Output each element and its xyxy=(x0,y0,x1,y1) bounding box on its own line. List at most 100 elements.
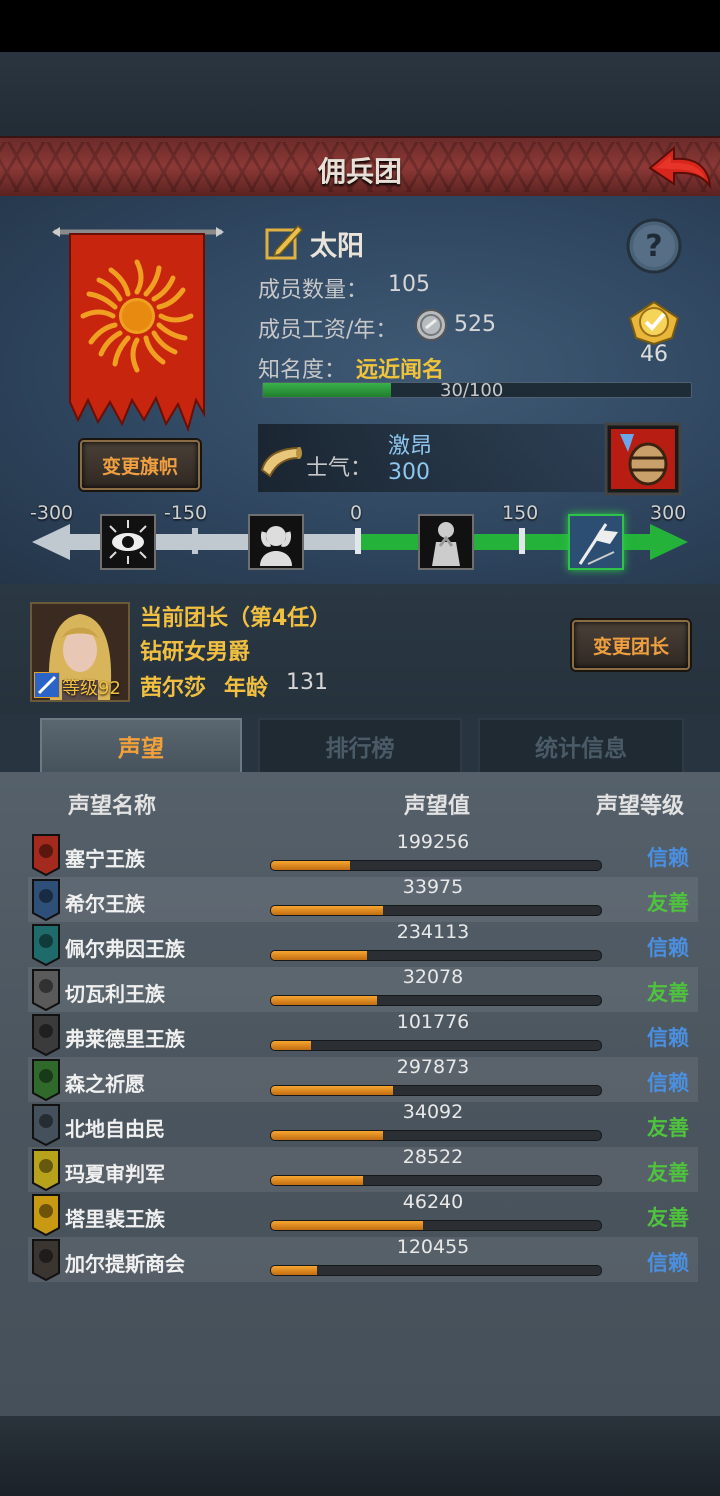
reputation-value: 34092 xyxy=(402,1101,464,1123)
edit-name-icon[interactable] xyxy=(264,222,304,262)
reputation-progress-fill xyxy=(271,1041,311,1050)
leader-age-label: 年龄 xyxy=(224,676,269,701)
change-leader-button[interactable]: 变更团长 xyxy=(572,620,690,670)
faction-name: 北地自由民 xyxy=(65,1117,165,1141)
reputation-progress-bar xyxy=(270,1220,602,1231)
faction-name: 塔里裴王族 xyxy=(65,1207,165,1231)
leader-level-text: 等级92 xyxy=(62,678,121,699)
reputation-level: 信赖 xyxy=(647,936,689,960)
faction-name: 塞宁王族 xyxy=(65,847,145,871)
prayer-icon xyxy=(418,514,474,570)
table-row[interactable]: 佩尔弗因王族 234113 信赖 xyxy=(28,921,698,967)
leader-name: 茜尔莎 xyxy=(140,676,207,701)
morale-status: 激昂 xyxy=(388,434,433,459)
reputation-progress-bar xyxy=(270,1265,602,1276)
reputation-progress-fill xyxy=(271,1086,394,1095)
reputation-value: 33975 xyxy=(402,876,464,898)
reputation-progress-fill xyxy=(271,1131,384,1140)
table-row[interactable]: 弗莱德里王族 101776 信赖 xyxy=(28,1011,698,1057)
reputation-progress-bar xyxy=(270,1040,602,1051)
faction-name: 佩尔弗因王族 xyxy=(65,937,185,961)
wage-label: 成员工资/年： xyxy=(258,318,398,343)
fame-progress-text: 30/100 xyxy=(440,380,504,401)
reputation-value: 101776 xyxy=(396,1011,470,1033)
reputation-progress-fill xyxy=(271,1221,423,1230)
leader-level-badge: 等级92 xyxy=(34,672,124,699)
guild-banner xyxy=(52,224,224,434)
change-banner-button[interactable]: 变更旗帜 xyxy=(80,440,200,490)
header-name: 声望名称 xyxy=(68,794,157,819)
faction-emblem-icon xyxy=(32,924,60,966)
reputation-value: 199256 xyxy=(396,831,470,853)
faction-emblem-icon xyxy=(32,834,60,876)
table-row[interactable]: 玛夏审判军 28522 友善 xyxy=(28,1146,698,1192)
members-label: 成员数量： xyxy=(258,278,369,303)
reputation-value: 32078 xyxy=(402,966,464,988)
reputation-level: 友善 xyxy=(647,891,689,915)
silver-coin-icon xyxy=(414,308,448,342)
members-value: 105 xyxy=(388,272,430,297)
morale-label: 士气： xyxy=(306,456,373,481)
faction-name: 玛夏审判军 xyxy=(65,1162,165,1186)
reputation-level: 友善 xyxy=(647,1206,689,1230)
faction-emblem-icon xyxy=(32,879,60,921)
horn-icon xyxy=(260,444,302,478)
faction-emblem-icon xyxy=(32,1194,60,1236)
reputation-progress-bar xyxy=(270,1175,602,1186)
table-row[interactable]: 北地自由民 34092 友善 xyxy=(28,1101,698,1147)
morale-item-slot[interactable] xyxy=(604,422,682,496)
barrel-icon xyxy=(628,442,668,486)
faction-emblem-icon xyxy=(32,1149,60,1191)
reputation-value: 120455 xyxy=(396,1236,470,1258)
reputation-value: 297873 xyxy=(396,1056,470,1078)
leader-title: 当前团长（第4任） xyxy=(140,606,332,631)
tab-leaderboard[interactable]: 排行榜 xyxy=(258,718,462,772)
table-row[interactable]: 希尔王族 33975 友善 xyxy=(28,876,698,922)
fame-value: 远近闻名 xyxy=(356,358,445,383)
svg-text:?: ? xyxy=(645,229,662,264)
reputation-value: 28522 xyxy=(402,1146,464,1168)
wage-value: 525 xyxy=(454,312,496,337)
table-row[interactable]: 切瓦利王族 32078 友善 xyxy=(28,966,698,1012)
table-row[interactable]: 森之祈愿 297873 信赖 xyxy=(28,1056,698,1102)
reputation-value: 46240 xyxy=(402,1191,464,1213)
header-level: 声望等级 xyxy=(596,794,685,819)
rank-value: 46 xyxy=(640,342,668,367)
table-row[interactable]: 塞宁王族 199256 信赖 xyxy=(28,831,698,877)
faction-emblem-icon xyxy=(32,969,60,1011)
faction-name: 切瓦利王族 xyxy=(65,982,165,1006)
tab-bar: 声望 排行榜 统计信息 xyxy=(0,714,720,772)
tab-statistics[interactable]: 统计信息 xyxy=(478,718,684,772)
despair-icon xyxy=(248,514,304,570)
reputation-value: 234113 xyxy=(396,921,470,943)
title-bar: 佣兵团 xyxy=(0,136,720,198)
help-icon[interactable]: ? xyxy=(626,218,682,274)
reputation-progress-bar xyxy=(270,1130,602,1141)
reputation-progress-fill xyxy=(271,996,377,1005)
status-bar xyxy=(0,0,720,52)
guild-name: 太阳 xyxy=(310,231,364,262)
reputation-progress-bar xyxy=(270,860,602,871)
reputation-level: 信赖 xyxy=(647,1026,689,1050)
eye-icon xyxy=(100,514,156,570)
table-row[interactable]: 加尔提斯商会 120455 信赖 xyxy=(28,1236,698,1282)
morale-scale: -300 -150 0 150 300 xyxy=(30,500,690,580)
scale-tick: 300 xyxy=(650,502,687,524)
top-spacer xyxy=(0,52,720,136)
scale-tick: 0 xyxy=(350,502,363,524)
reputation-progress-bar xyxy=(270,1085,602,1096)
tab-reputation[interactable]: 声望 xyxy=(40,718,242,772)
reputation-progress-fill xyxy=(271,1176,364,1185)
victory-flag-icon xyxy=(568,514,624,570)
table-row[interactable]: 塔里裴王族 46240 友善 xyxy=(28,1191,698,1237)
faction-emblem-icon xyxy=(32,1239,60,1281)
faction-name: 森之祈愿 xyxy=(65,1072,145,1096)
back-button[interactable] xyxy=(644,142,714,192)
reputation-progress-fill xyxy=(271,906,384,915)
reputation-level: 信赖 xyxy=(647,1251,689,1275)
morale-value: 300 xyxy=(388,460,430,485)
faction-emblem-icon xyxy=(32,1059,60,1101)
reputation-progress-fill xyxy=(271,861,351,870)
reputation-level: 友善 xyxy=(647,1116,689,1140)
reputation-level: 信赖 xyxy=(647,1071,689,1095)
